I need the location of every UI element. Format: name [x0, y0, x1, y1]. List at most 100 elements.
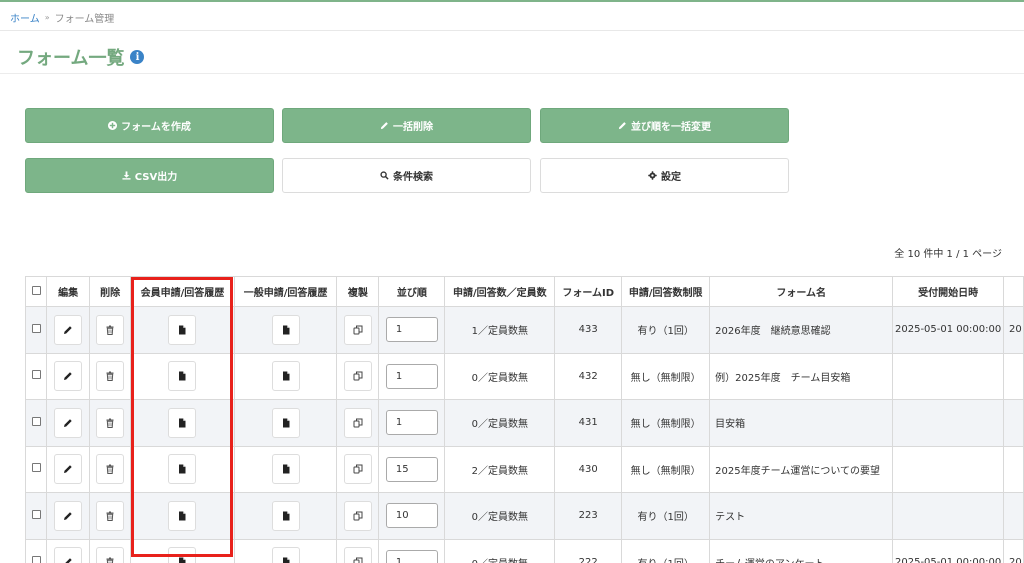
csv-export-button[interactable]: CSV出力 [25, 158, 274, 193]
edit-button[interactable] [54, 361, 83, 392]
page-title-text: フォーム一覧 [17, 48, 125, 69]
copy-button[interactable] [343, 454, 372, 485]
delete-button[interactable] [96, 500, 125, 531]
form-name-cell: 例）2025年度 チーム目安箱 [709, 352, 894, 400]
order-input[interactable] [385, 549, 438, 563]
select-all-checkbox[interactable] [31, 285, 41, 295]
file-icon [282, 371, 290, 381]
copy-cell [336, 538, 380, 563]
select-cell [24, 492, 48, 540]
overflow-cell [1002, 399, 1024, 447]
header-limit: 申請/回答数制限 [621, 276, 711, 307]
copy-cell [336, 399, 380, 447]
overflow-cell [1002, 492, 1024, 540]
count-cell: 0／定員数無 [444, 538, 556, 563]
bulk-order-button[interactable]: 並び順を一括変更 [540, 108, 789, 143]
form-table: 編集 削除 会員申請/回答履歴 一般申請/回答履歴 複製 並び順 申請/回答数／… [24, 276, 1024, 563]
info-icon[interactable]: i [130, 50, 145, 64]
order-input[interactable] [385, 410, 438, 436]
file-icon [179, 325, 186, 335]
bulk-delete-label: 一括削除 [393, 122, 433, 133]
settings-label: 設定 [661, 172, 681, 183]
delete-button[interactable] [96, 314, 125, 345]
form-id-cell: 433 [554, 306, 623, 354]
search-button[interactable]: 条件検索 [282, 158, 531, 193]
order-cell [378, 306, 446, 354]
edit-cell [46, 306, 91, 354]
delete-button[interactable] [96, 361, 125, 392]
copy-button[interactable] [343, 547, 372, 563]
search-label: 条件検索 [393, 172, 433, 183]
divider [0, 30, 1024, 31]
row-checkbox[interactable] [31, 416, 41, 426]
edit-button[interactable] [54, 454, 83, 485]
order-input[interactable] [385, 317, 438, 343]
order-cell [378, 492, 446, 540]
csv-export-label: CSV出力 [134, 172, 178, 183]
edit-button[interactable] [54, 314, 83, 345]
member-history-button[interactable] [168, 454, 197, 485]
bulk-order-label: 並び順を一括変更 [631, 122, 711, 133]
edit-button[interactable] [54, 547, 83, 563]
copy-button[interactable] [343, 407, 372, 438]
overflow-cell [1002, 352, 1024, 400]
copy-cell [336, 352, 380, 400]
pencil-icon [64, 465, 72, 474]
row-checkbox[interactable] [31, 370, 41, 380]
member-history-cell [130, 352, 235, 400]
member-history-button[interactable] [168, 361, 197, 392]
delete-button[interactable] [96, 407, 125, 438]
row-checkbox[interactable] [31, 323, 41, 333]
limit-cell: 有り（1回） [621, 306, 711, 354]
edit-cell [46, 399, 91, 447]
file-icon [282, 511, 290, 521]
download-icon [122, 171, 131, 180]
delete-cell [89, 399, 132, 447]
file-icon [282, 464, 290, 474]
copy-icon [353, 418, 363, 428]
trash-icon [106, 325, 114, 335]
general-history-button[interactable] [271, 361, 300, 392]
count-cell: 0／定員数無 [444, 492, 556, 540]
form-name-cell: テスト [709, 492, 894, 540]
row-checkbox[interactable] [31, 556, 41, 563]
member-history-button[interactable] [168, 314, 197, 345]
general-history-button[interactable] [271, 407, 300, 438]
breadcrumb-home-link[interactable]: ホーム [10, 10, 40, 25]
trash-icon [106, 557, 114, 563]
copy-button[interactable] [343, 361, 372, 392]
general-history-button[interactable] [271, 500, 300, 531]
copy-button[interactable] [343, 314, 372, 345]
general-history-cell [233, 492, 338, 540]
select-cell [24, 538, 48, 563]
file-icon [179, 557, 186, 563]
create-form-button[interactable]: フォームを作成 [25, 108, 274, 143]
member-history-button[interactable] [168, 547, 197, 563]
bulk-delete-button[interactable]: 一括削除 [282, 108, 531, 143]
order-input[interactable] [385, 503, 438, 529]
general-history-button[interactable] [271, 314, 300, 345]
member-history-button[interactable] [168, 500, 197, 531]
member-history-button[interactable] [168, 407, 197, 438]
limit-cell: 有り（1回） [621, 492, 711, 540]
form-name-cell: 2026年度 継続意思確認 [709, 306, 894, 354]
pencil-icon [64, 419, 72, 427]
row-checkbox[interactable] [31, 509, 41, 519]
file-icon [179, 511, 186, 521]
row-checkbox[interactable] [31, 463, 41, 473]
settings-button[interactable]: 設定 [540, 158, 789, 193]
delete-button[interactable] [96, 454, 125, 485]
order-input[interactable] [385, 456, 438, 482]
general-history-button[interactable] [271, 547, 300, 563]
file-icon [282, 325, 290, 335]
copy-button[interactable] [343, 500, 372, 531]
edit-button[interactable] [54, 500, 83, 531]
header-start-date: 受付開始日時 [892, 276, 1004, 307]
delete-button[interactable] [96, 547, 125, 563]
order-input[interactable] [385, 363, 438, 389]
edit-button[interactable] [54, 407, 83, 438]
copy-icon [353, 371, 363, 381]
edit-cell [46, 492, 91, 540]
general-history-button[interactable] [271, 454, 300, 485]
page-title: フォーム一覧 i [17, 44, 145, 70]
